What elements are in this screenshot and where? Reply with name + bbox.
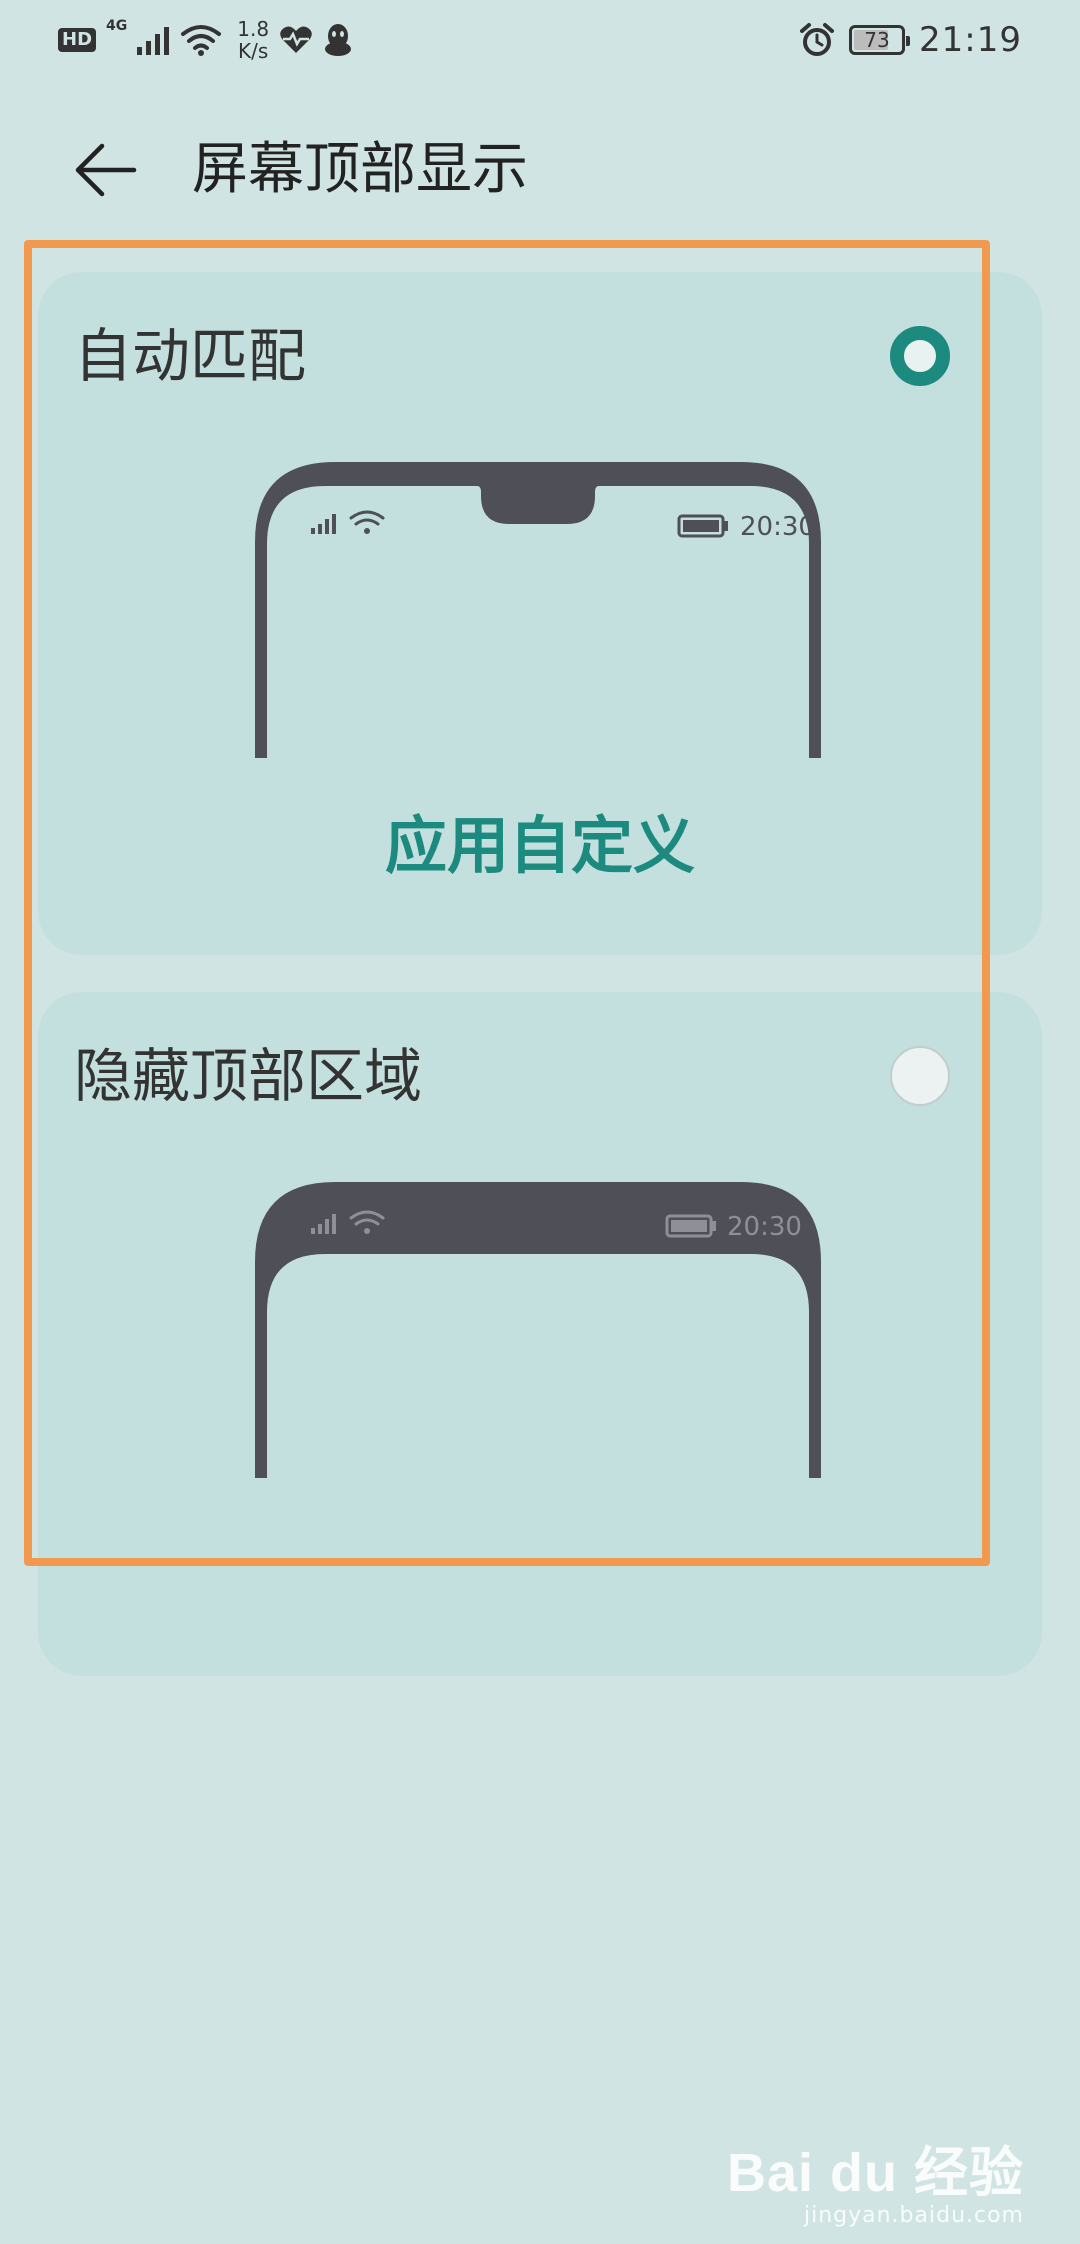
- option-card-auto-match[interactable]: 自动匹配 20:30 应用自定义: [38, 272, 1042, 955]
- status-bar-left: HD 4G 1.8 K/s: [58, 18, 353, 62]
- option-title: 隐藏顶部区域: [74, 1042, 423, 1110]
- signal-icon: [137, 27, 170, 55]
- hd-badge: HD: [58, 28, 97, 52]
- hidden-top-preview-illustration: 20:30: [255, 1182, 821, 1478]
- notch-preview-illustration: 20:30: [255, 462, 821, 758]
- back-arrow-icon: [75, 143, 137, 197]
- heart-rate-icon: [280, 26, 312, 53]
- network-type: 4G: [106, 18, 128, 34]
- option-radio-unselected[interactable]: [890, 1046, 950, 1106]
- watermark-logo: Bai du 经验: [726, 2143, 1024, 2203]
- app-customize-button[interactable]: 应用自定义: [38, 806, 1042, 886]
- preview-wifi-icon: [349, 510, 385, 534]
- back-button[interactable]: [70, 134, 142, 206]
- qq-icon: [325, 24, 352, 56]
- network-speed: 1.8 K/s: [237, 18, 269, 62]
- clock: 21:19: [919, 20, 1022, 60]
- battery-level: 73: [864, 28, 890, 52]
- preview-time: 20:30: [727, 1212, 802, 1242]
- battery-icon: 73: [849, 25, 911, 55]
- preview-time: 20:30: [740, 512, 815, 542]
- watermark: Bai du 经验 jingyan.baidu.com: [727, 2128, 1024, 2228]
- option-title: 自动匹配: [74, 322, 307, 390]
- alarm-icon: [800, 23, 835, 56]
- speed-value: 1.8: [237, 17, 270, 41]
- preview-signal-icon: [311, 528, 315, 534]
- status-bar: HD 4G 1.8 K/s 73 21:19: [0, 0, 1080, 80]
- speed-unit: K/s: [238, 39, 269, 63]
- app-header: 屏幕顶部显示: [0, 110, 1080, 230]
- status-bar-right: 73 21:19: [799, 18, 1022, 62]
- option-radio-selected[interactable]: [890, 326, 950, 386]
- wifi-icon: [181, 25, 222, 56]
- option-card-hide-top-area[interactable]: 隐藏顶部区域 20:30: [38, 992, 1042, 1676]
- page-title: 屏幕顶部显示: [192, 137, 528, 202]
